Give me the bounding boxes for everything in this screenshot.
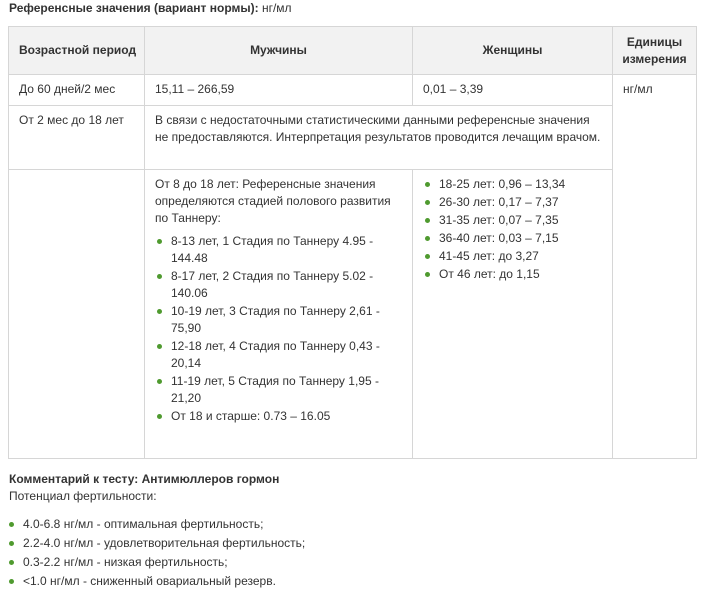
- bullet-icon: [9, 560, 14, 565]
- list-item: 11-19 лет, 5 Стадия по Таннеру 1,95 - 21…: [155, 373, 404, 407]
- list-item: От 46 лет: до 1,15: [423, 266, 604, 283]
- test-comment: Комментарий к тесту: Антимюллеров гормон…: [9, 472, 689, 591]
- bullet-icon: [157, 379, 162, 384]
- list-item-text: От 46 лет: до 1,15: [439, 267, 540, 281]
- list-item: 8-17 лет, 2 Стадия по Таннеру 5.02 - 140…: [155, 268, 404, 302]
- bullet-icon: [425, 254, 430, 259]
- bullet-icon: [425, 272, 430, 277]
- list-item-text: 8-13 лет, 1 Стадия по Таннеру 4.95 - 144…: [171, 234, 374, 265]
- list-item-text: <1.0 нг/мл - сниженный овариальный резер…: [23, 574, 276, 588]
- list-item: 2.2-4.0 нг/мл - удовлетворительная ферти…: [9, 534, 689, 553]
- men-intro-text: От 8 до 18 лет: Референсные значения опр…: [155, 177, 391, 225]
- cell-units: нг/мл: [612, 74, 697, 459]
- bullet-icon: [9, 522, 14, 527]
- header-age-period: Возрастной период: [8, 26, 145, 75]
- list-item: 0.3-2.2 нг/мл - низкая фертильность;: [9, 553, 689, 572]
- list-item-text: 4.0-6.8 нг/мл - оптимальная фертильность…: [23, 517, 264, 531]
- list-item-text: 31-35 лет: 0,07 – 7,35: [439, 213, 559, 227]
- list-item-text: 18-25 лет: 0,96 – 13,34: [439, 177, 566, 191]
- reference-heading: Референсные значения (вариант нормы): нг…: [9, 1, 292, 15]
- cell-men-tanner: От 8 до 18 лет: Референсные значения опр…: [144, 169, 413, 459]
- header-units: Единицы измерения: [612, 26, 697, 75]
- reference-heading-unit: нг/мл: [258, 1, 292, 15]
- list-item-text: 11-19 лет, 5 Стадия по Таннеру 1,95 - 21…: [171, 374, 379, 405]
- cell-age: До 60 дней/2 мес: [8, 74, 145, 106]
- men-tanner-list: 8-13 лет, 1 Стадия по Таннеру 4.95 - 144…: [155, 233, 404, 425]
- reference-table: Возрастной период Мужчины Женщины Единиц…: [8, 26, 697, 459]
- bullet-icon: [425, 236, 430, 241]
- header-men: Мужчины: [144, 26, 413, 75]
- cell-women: 0,01 – 3,39: [412, 74, 613, 106]
- list-item-text: 0.3-2.2 нг/мл - низкая фертильность;: [23, 555, 228, 569]
- bullet-icon: [425, 218, 430, 223]
- list-item: 4.0-6.8 нг/мл - оптимальная фертильность…: [9, 515, 689, 534]
- list-item: 31-35 лет: 0,07 – 7,35: [423, 212, 604, 229]
- comment-title: Комментарий к тесту: Антимюллеров гормон: [9, 472, 280, 486]
- table-row: До 60 дней/2 мес 15,11 – 266,59 0,01 – 3…: [8, 74, 697, 459]
- table-header-row: Возрастной период Мужчины Женщины Единиц…: [8, 26, 697, 75]
- list-item: 12-18 лет, 4 Стадия по Таннеру 0,43 - 20…: [155, 338, 404, 372]
- header-women: Женщины: [412, 26, 613, 75]
- table-row: От 2 мес до 18 лет В связи с недостаточн…: [8, 105, 697, 170]
- list-item: 10-19 лет, 3 Стадия по Таннеру 2,61 - 75…: [155, 303, 404, 337]
- bullet-icon: [157, 414, 162, 419]
- list-item-text: 41-45 лет: до 3,27: [439, 249, 539, 263]
- bullet-icon: [425, 182, 430, 187]
- bullet-icon: [157, 239, 162, 244]
- list-item: От 18 и старше: 0.73 – 16.05: [155, 408, 404, 425]
- list-item-text: От 18 и старше: 0.73 – 16.05: [171, 409, 331, 423]
- list-item: 36-40 лет: 0,03 – 7,15: [423, 230, 604, 247]
- list-item-text: 2.2-4.0 нг/мл - удовлетворительная ферти…: [23, 536, 306, 550]
- comment-subtitle: Потенциал фертильности:: [9, 489, 157, 503]
- list-item: 8-13 лет, 1 Стадия по Таннеру 4.95 - 144…: [155, 233, 404, 267]
- list-item-text: 8-17 лет, 2 Стадия по Таннеру 5.02 - 140…: [171, 269, 374, 300]
- bullet-icon: [425, 200, 430, 205]
- fertility-list: 4.0-6.8 нг/мл - оптимальная фертильность…: [9, 515, 689, 591]
- cell-women-ages: 18-25 лет: 0,96 – 13,34 26-30 лет: 0,17 …: [412, 169, 613, 459]
- list-item-text: 10-19 лет, 3 Стадия по Таннеру 2,61 - 75…: [171, 304, 380, 335]
- list-item: 18-25 лет: 0,96 – 13,34: [423, 176, 604, 193]
- bullet-icon: [157, 274, 162, 279]
- list-item: 26-30 лет: 0,17 – 7,37: [423, 194, 604, 211]
- cell-age: От 2 мес до 18 лет: [8, 105, 145, 170]
- bullet-icon: [157, 309, 162, 314]
- table-row: От 8 до 18 лет: Референсные значения опр…: [8, 169, 697, 459]
- bullet-icon: [9, 541, 14, 546]
- list-item-text: 36-40 лет: 0,03 – 7,15: [439, 231, 559, 245]
- reference-heading-title: Референсные значения (вариант нормы):: [9, 1, 259, 15]
- list-item: 41-45 лет: до 3,27: [423, 248, 604, 265]
- list-item: <1.0 нг/мл - сниженный овариальный резер…: [9, 572, 689, 591]
- list-item-text: 12-18 лет, 4 Стадия по Таннеру 0,43 - 20…: [171, 339, 380, 370]
- bullet-icon: [9, 579, 14, 584]
- cell-men: 15,11 – 266,59: [144, 74, 413, 106]
- list-item-text: 26-30 лет: 0,17 – 7,37: [439, 195, 559, 209]
- bullet-icon: [157, 344, 162, 349]
- cell-age-empty: [8, 169, 145, 459]
- women-age-list: 18-25 лет: 0,96 – 13,34 26-30 лет: 0,17 …: [423, 176, 604, 283]
- cell-note: В связи с недостаточными статистическими…: [144, 105, 613, 170]
